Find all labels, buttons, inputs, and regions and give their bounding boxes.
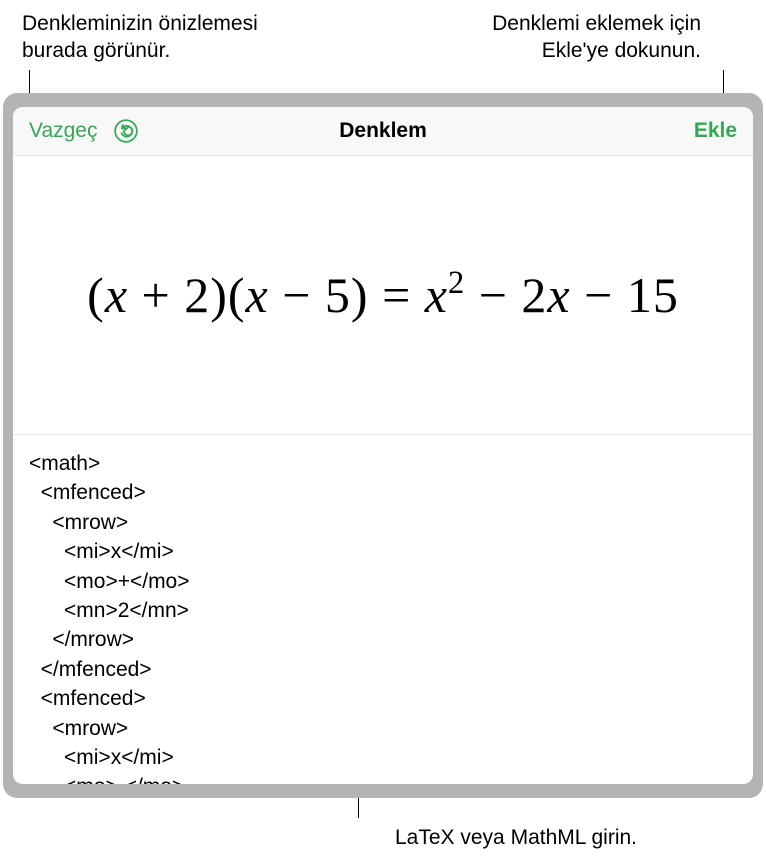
device-frame: Vazgeç Denklem Ekle (x + 2)(x − 5) = x2 …	[3, 93, 763, 798]
callout-insert: Denklemi eklemek için Ekle'ye dokunun.	[492, 10, 701, 65]
callout-preview: Denkleminizin önizlemesi burada görünür.	[22, 10, 258, 65]
callout-text: Denkleminizin önizlemesi	[22, 10, 258, 37]
code-input-area[interactable]: <math> <mfenced> <mrow> <mi>x</mi> <mo>+…	[13, 435, 753, 784]
header-left: Vazgeç	[29, 117, 339, 145]
undo-icon[interactable]	[112, 117, 140, 145]
equation-preview: (x + 2)(x − 5) = x2 − 2x − 15	[87, 266, 679, 324]
dialog-header: Vazgeç Denklem Ekle	[13, 107, 753, 155]
equation-preview-area: (x + 2)(x − 5) = x2 − 2x − 15	[13, 155, 753, 435]
header-right: Ekle	[427, 119, 737, 143]
cancel-button[interactable]: Vazgeç	[29, 119, 98, 143]
callout-text: Denklemi eklemek için	[492, 10, 701, 37]
callout-text: LaTeX veya MathML girin.	[395, 824, 637, 851]
equation-dialog: Vazgeç Denklem Ekle (x + 2)(x − 5) = x2 …	[13, 107, 753, 784]
dialog-title: Denklem	[339, 119, 427, 143]
callout-text: burada görünür.	[22, 37, 258, 64]
callout-code: LaTeX veya MathML girin.	[395, 824, 637, 851]
insert-button[interactable]: Ekle	[694, 119, 737, 143]
callout-text: Ekle'ye dokunun.	[492, 37, 701, 64]
